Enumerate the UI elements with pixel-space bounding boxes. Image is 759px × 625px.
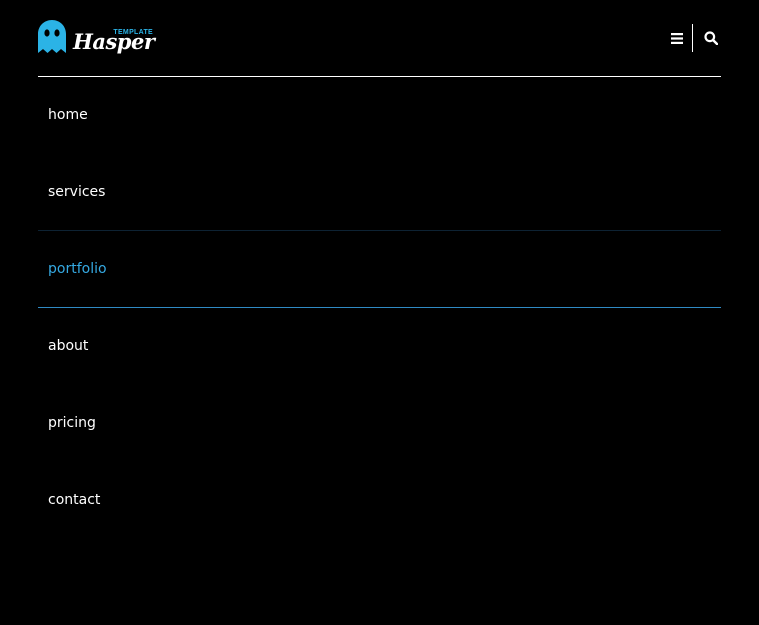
menu-item-contact[interactable]: contact: [38, 462, 721, 539]
search-icon: [704, 31, 718, 45]
menu-item-portfolio[interactable]: portfolio: [38, 231, 721, 308]
brand-wordmark: TEMPLATE Hasper: [73, 20, 155, 60]
header-tools: [667, 24, 721, 52]
brand-logo[interactable]: TEMPLATE Hasper: [38, 20, 155, 60]
header: TEMPLATE Hasper: [38, 0, 721, 76]
menu-toggle-button[interactable]: [667, 24, 687, 52]
menu-item-services[interactable]: services: [38, 154, 721, 231]
search-button[interactable]: [701, 24, 721, 52]
menu-item-pricing[interactable]: pricing: [38, 385, 721, 462]
menu-item-home[interactable]: home: [38, 77, 721, 154]
nav-menu: home services portfolio about pricing co…: [38, 77, 721, 539]
hamburger-menu-icon: [671, 32, 683, 44]
menu-item-about[interactable]: about: [38, 308, 721, 385]
page: TEMPLATE Hasper home services portfolio …: [0, 0, 759, 625]
ghost-logo-icon: [38, 20, 66, 53]
brand-name: Hasper: [73, 29, 155, 54]
header-tools-divider: [692, 24, 693, 52]
